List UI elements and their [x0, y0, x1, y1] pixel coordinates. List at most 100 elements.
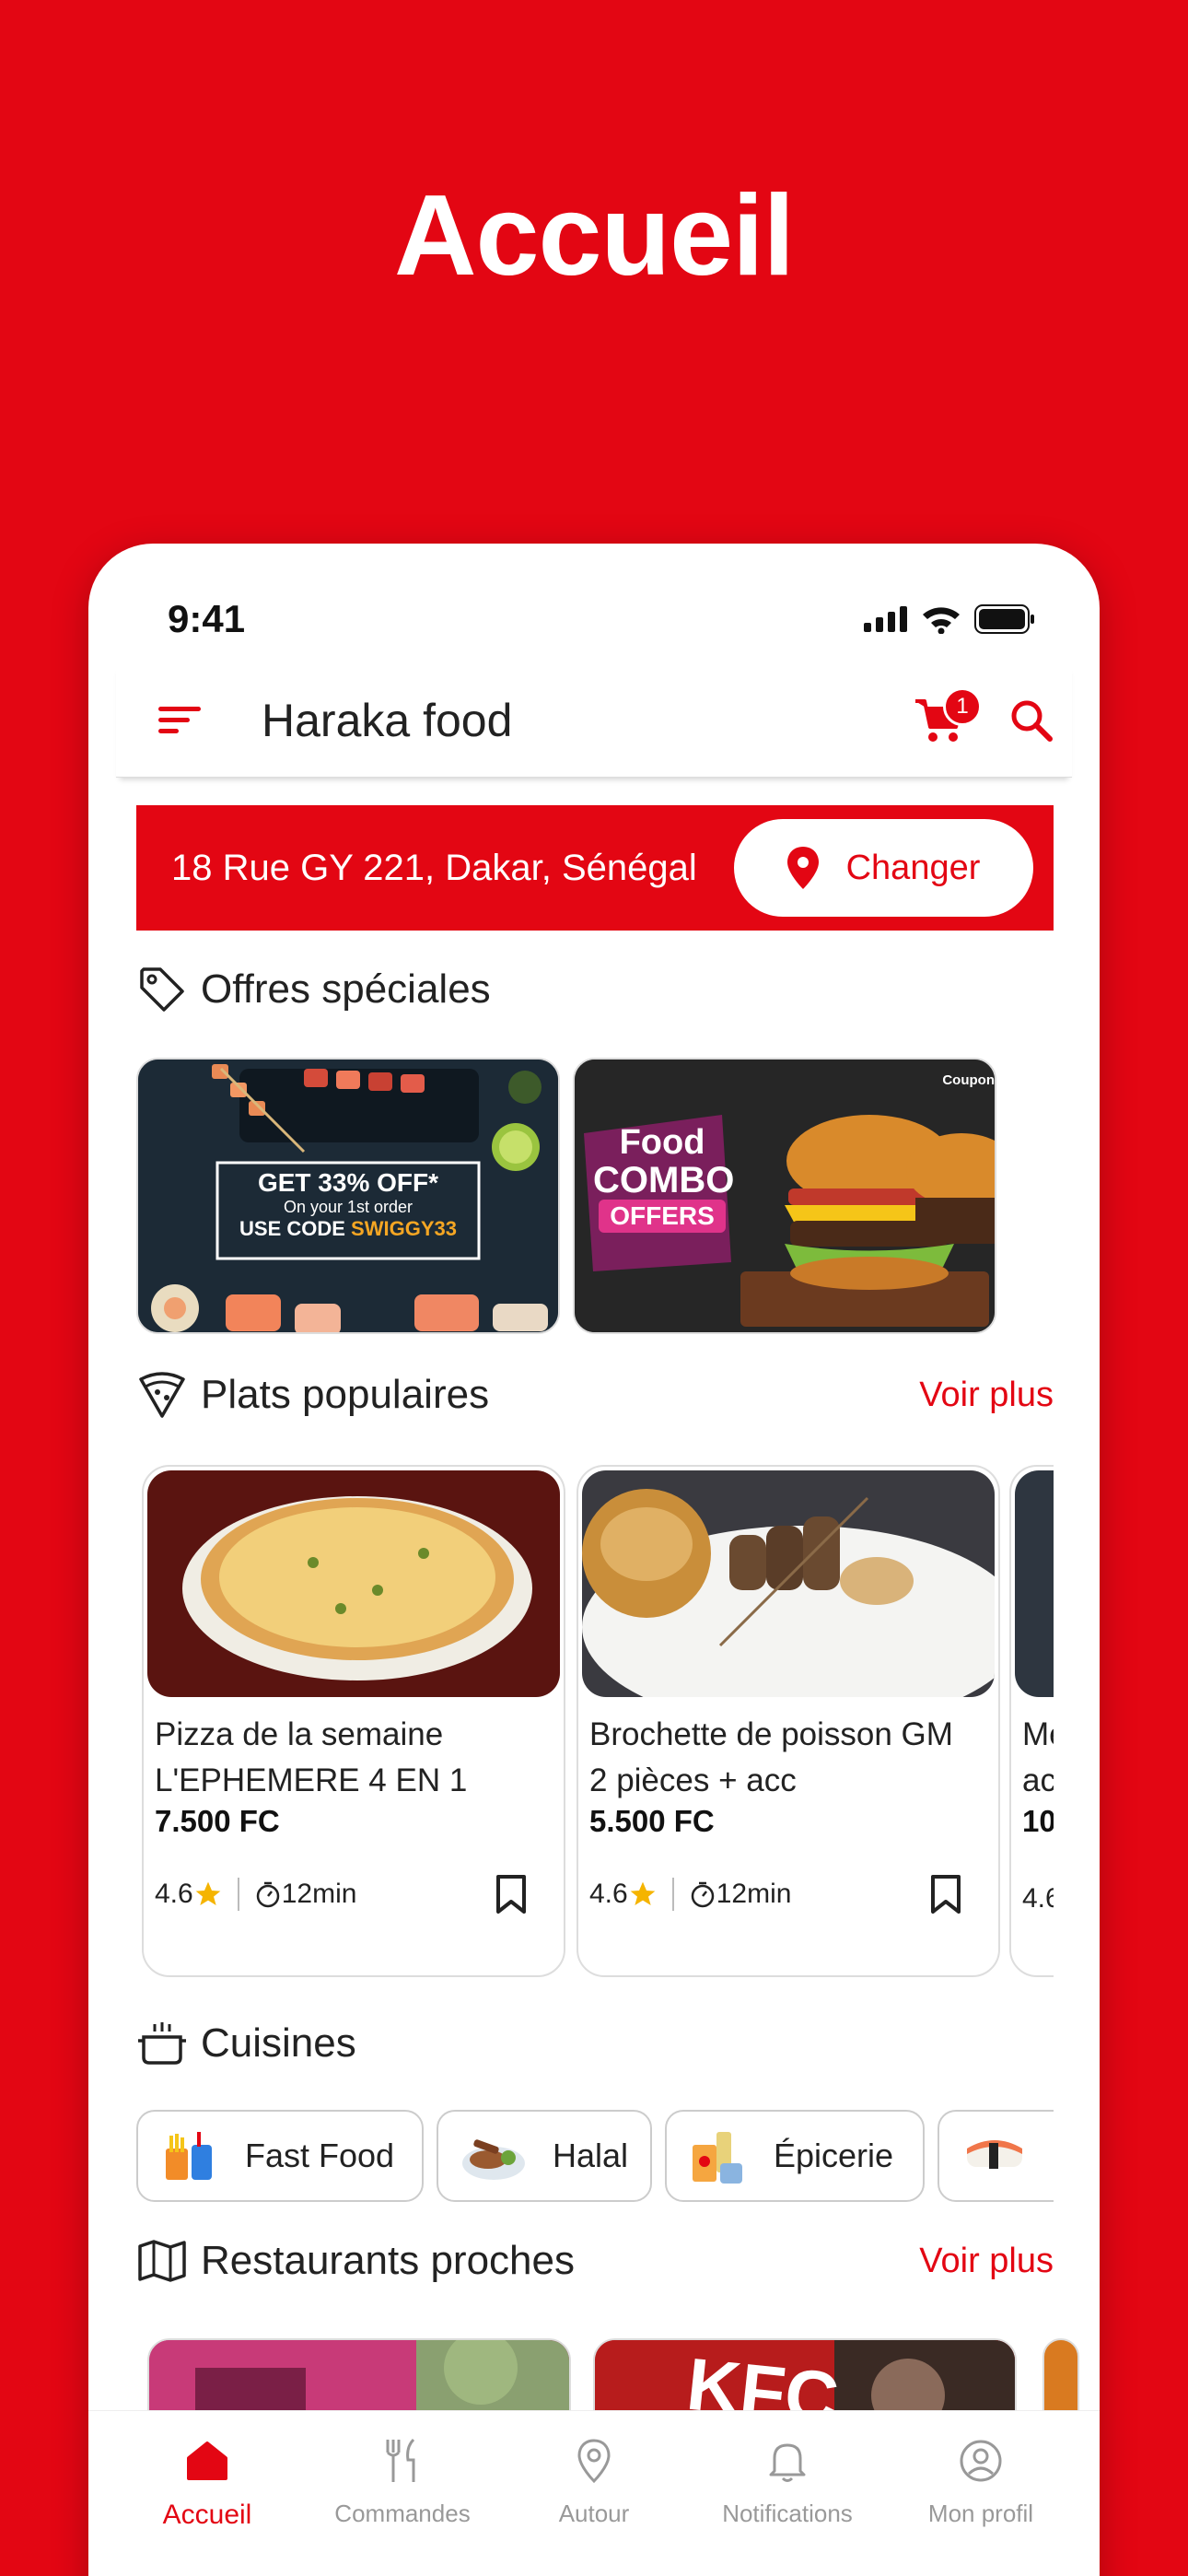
dish-name: Pizza de la semaine L'EPHEMERE 4 EN 1 — [144, 1701, 564, 1804]
status-time: 9:41 — [168, 597, 246, 640]
offer-code: USE CODE SWIGGY33 — [217, 1217, 479, 1241]
dish-card[interactable]: Pizza de la semaine L'EPHEMERE 4 EN 1 7.5… — [142, 1465, 565, 1977]
cuisine-label: Fast Food — [245, 2137, 395, 2174]
dish-card[interactable]: Brochette de poisson GM 2 pièces + acc 5.… — [577, 1465, 1000, 1977]
address-bar: 18 Rue GY 221, Dakar, Sénégal Changer — [136, 805, 1054, 931]
offers-header: Offres spéciales — [136, 964, 1054, 1015]
bookmark-icon[interactable] — [495, 1874, 527, 1914]
cooking-pot-icon — [136, 2018, 188, 2069]
tab-label: Notifications — [722, 2500, 853, 2527]
dish-name-line1: Brochette de poisson GM — [589, 1716, 953, 1752]
dish-card-partial-clip: Me ac 10 4.6 — [1009, 1465, 1054, 1977]
home-icon — [187, 2441, 227, 2480]
app-header: Haraka food 1 — [116, 663, 1072, 778]
dish-rating: 4.6 — [155, 1879, 193, 1909]
cuisines-header: Cuisines — [136, 2018, 1054, 2069]
cart-button[interactable]: 1 — [903, 684, 982, 757]
tab-label: Commandes — [334, 2500, 471, 2527]
sushi-icon — [967, 2140, 1022, 2169]
dish-time: 12min — [281, 1879, 357, 1909]
tab-accueil[interactable]: Accueil — [111, 2433, 304, 2531]
location-icon — [577, 2439, 611, 2484]
offer-headline: GET 33% OFF* — [257, 1168, 439, 1197]
dish-meta: 4.6 12min — [155, 1874, 527, 1914]
nearby-title: Restaurants proches — [201, 2238, 575, 2283]
menu-icon — [158, 706, 201, 733]
tab-label: Mon profil — [927, 2500, 1034, 2527]
combo-line2: COMBO — [593, 1160, 735, 1200]
offer-subline: On your 1st order — [283, 1198, 413, 1216]
cart-badge: 1 — [943, 686, 982, 726]
offer-card-combo[interactable]: Food COMBO OFFERS Coupon — [573, 1058, 996, 1334]
popular-see-more-link[interactable]: Voir plus — [919, 1376, 1054, 1415]
combo-line1: Food — [619, 1123, 705, 1162]
dish-name-line2: 2 pièces + acc — [589, 1762, 797, 1798]
cuisines-title: Cuisines — [201, 2020, 356, 2066]
change-address-button[interactable]: Changer — [734, 819, 1033, 917]
dish-name: Brochette de poisson GM 2 pièces + acc — [578, 1701, 998, 1804]
cuisine-chip-halal[interactable]: Halal — [437, 2110, 652, 2202]
divider — [237, 1878, 239, 1911]
tag-icon — [136, 964, 188, 1015]
cuisine-chip-epicerie[interactable]: Épicerie — [665, 2110, 925, 2202]
tab-label: Autour — [558, 2500, 630, 2527]
offer-discount-text: GET 33% OFF* On your 1st order USE CODE … — [217, 1168, 479, 1241]
tab-mon-profil[interactable]: Mon profil — [884, 2433, 1077, 2528]
menu-button[interactable] — [149, 688, 214, 753]
tab-commandes[interactable]: Commandes — [306, 2433, 499, 2528]
nearby-header: Restaurants proches Voir plus — [136, 2235, 1054, 2287]
dish-price: 10 — [1022, 1804, 1054, 1838]
cuisine-chip-sushi[interactable]: S — [938, 2110, 1054, 2202]
offer-corner-brand: Coupon — [942, 1072, 995, 1088]
fast-food-icon — [166, 2132, 212, 2180]
offer-card-discount[interactable]: GET 33% OFF* On your 1st order USE CODE … — [136, 1058, 560, 1334]
location-pin-icon — [786, 847, 819, 889]
combo-text: Food COMBO OFFERS — [593, 1123, 735, 1233]
map-icon — [136, 2235, 188, 2287]
timer-icon — [256, 1881, 279, 1908]
bookmark-icon[interactable] — [930, 1874, 961, 1914]
dish-rating: 4.6 — [1022, 1883, 1054, 1914]
status-icons — [864, 604, 1035, 634]
dish-name-line1: Pizza de la semaine — [155, 1716, 444, 1752]
nearby-see-more-link[interactable]: Voir plus — [919, 2242, 1054, 2281]
search-icon — [1011, 700, 1053, 742]
dish-name-line2: L'EPHEMERE 4 EN 1 — [155, 1762, 468, 1798]
dish-image-pizza — [147, 1470, 560, 1697]
star-icon — [195, 1881, 221, 1905]
cuisine-chip-partial-clip: S — [938, 2110, 1054, 2202]
dish-meta: 4.6 — [1022, 1883, 1054, 1914]
signal-icon — [864, 606, 907, 632]
popular-title: Plats populaires — [201, 1372, 490, 1417]
offer-code-prefix: USE CODE — [239, 1217, 352, 1240]
tab-label: Accueil — [162, 2500, 252, 2530]
dish-name-line1: Me — [1022, 1716, 1054, 1752]
star-icon — [630, 1881, 656, 1905]
cuisine-label: Épicerie — [774, 2137, 894, 2174]
tab-notifications[interactable]: Notifications — [691, 2433, 884, 2528]
divider — [671, 1878, 674, 1911]
popular-header: Plats populaires Voir plus — [136, 1369, 1054, 1421]
hero-title: Accueil — [393, 172, 795, 299]
grocery-icon — [693, 2132, 742, 2184]
cutlery-icon — [386, 2438, 415, 2482]
bell-icon — [769, 2443, 806, 2482]
dish-image-partial — [1015, 1470, 1054, 1697]
search-button[interactable] — [995, 684, 1068, 757]
dish-card[interactable]: Me ac 10 4.6 — [1009, 1465, 1054, 1977]
profile-icon — [960, 2440, 1002, 2482]
dish-rating: 4.6 — [589, 1879, 628, 1909]
battery-icon — [974, 604, 1034, 634]
halal-dish-icon — [461, 2139, 525, 2180]
bottom-tab-bar: Accueil Commandes Autour Notifications M… — [88, 2410, 1100, 2576]
cuisine-label: Halal — [552, 2137, 628, 2174]
pizza-icon — [136, 1369, 188, 1421]
offer-code-value: SWIGGY33 — [351, 1217, 457, 1240]
change-address-label: Changer — [845, 848, 981, 887]
dish-name: Me ac — [1011, 1701, 1054, 1804]
timer-icon — [691, 1881, 714, 1908]
tab-autour[interactable]: Autour — [497, 2433, 691, 2528]
cuisine-chip-fast-food[interactable]: Fast Food — [136, 2110, 424, 2202]
dish-time: 12min — [716, 1879, 792, 1909]
dish-price: 7.500 FC — [155, 1804, 280, 1838]
